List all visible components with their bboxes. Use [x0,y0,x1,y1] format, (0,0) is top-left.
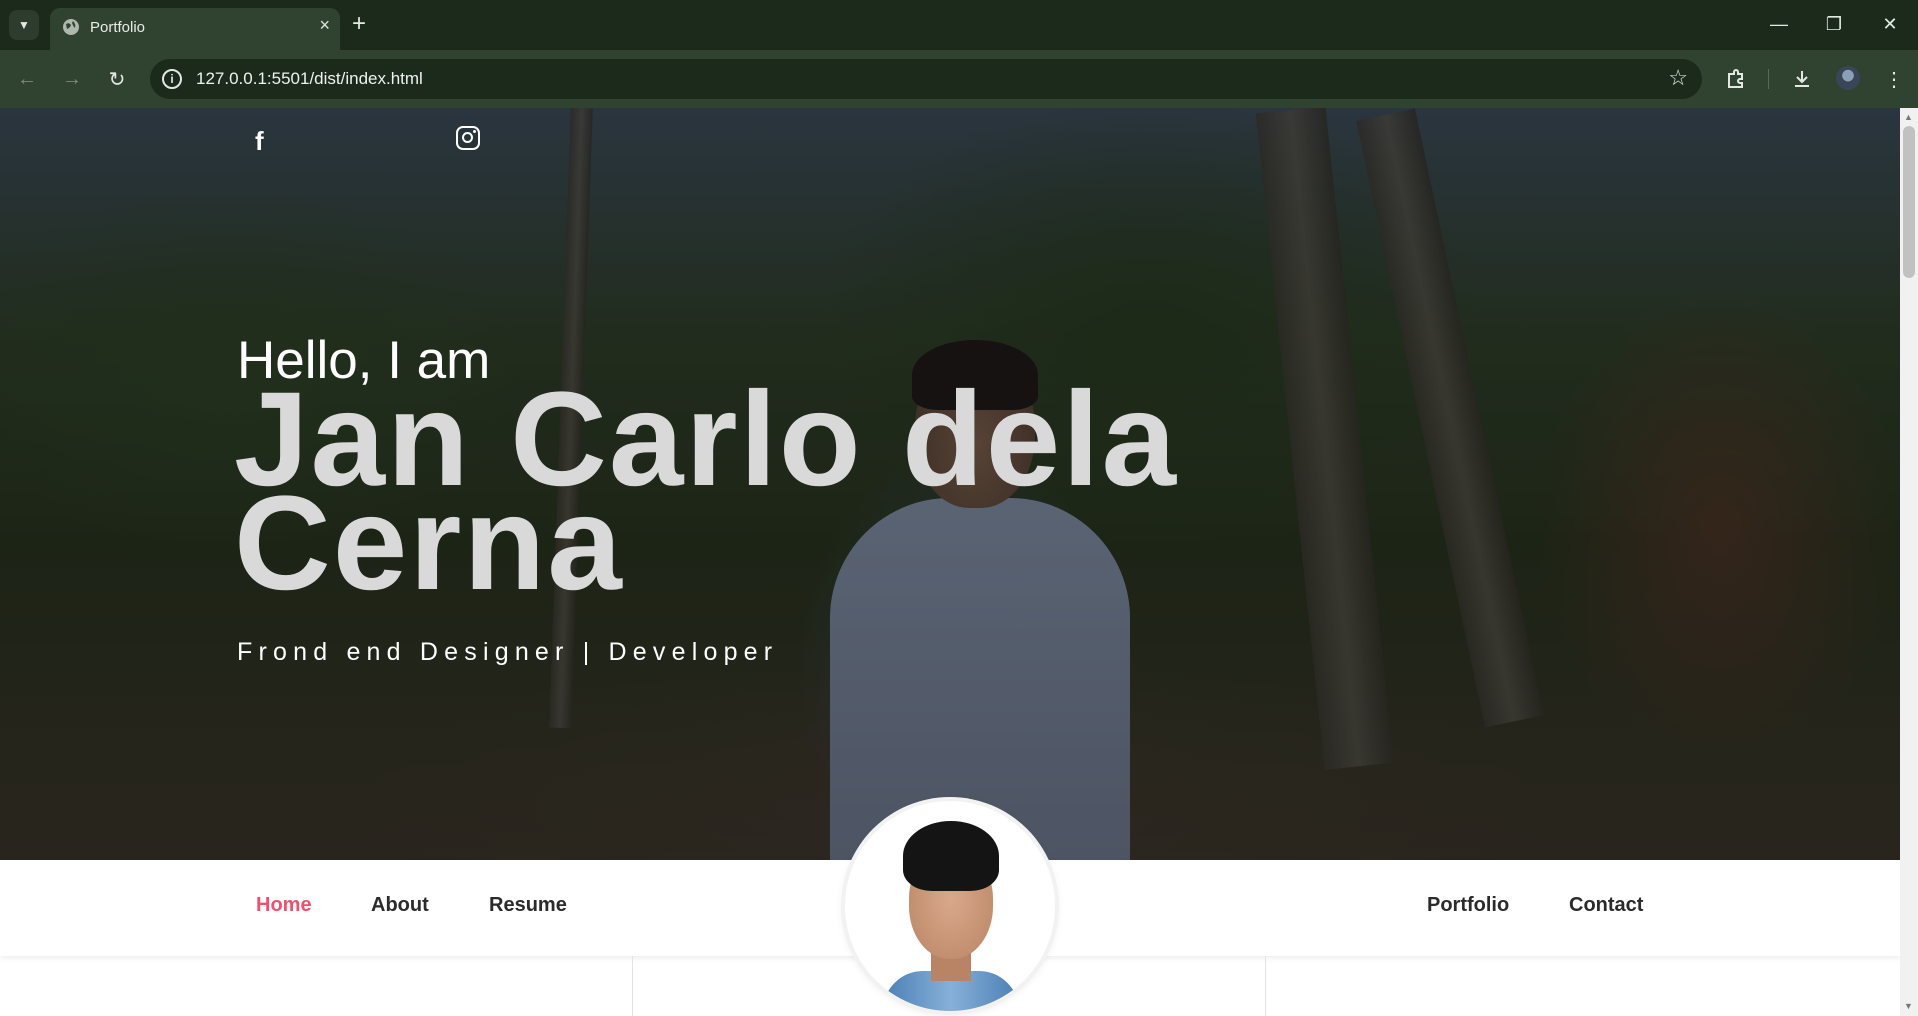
reload-icon: ↻ [108,68,126,91]
new-tab-button[interactable]: + [352,9,366,39]
hero-section: f Hello, I am Jan Carlo dela Cerna Frond… [0,108,1900,860]
minimize-icon: — [1770,13,1788,34]
browser-toolbar: ← → ↻ i 127.0.0.1:5501/dist/index.html ☆… [0,50,1918,108]
minimize-button[interactable]: — [1761,8,1797,40]
hero-name: Jan Carlo dela Cerna [234,365,1179,618]
column-divider [632,956,633,1016]
nav-portfolio-link[interactable]: Portfolio [1427,894,1509,917]
restore-icon: ❐ [1825,13,1843,34]
kebab-menu-icon: ⋮ [1884,68,1904,91]
close-icon[interactable]: × [319,15,330,36]
info-icon[interactable]: i [162,69,182,89]
nav-home-link[interactable]: Home [256,894,312,917]
tab-search-button[interactable]: ▼ [9,10,39,40]
profile-avatar[interactable] [1836,66,1860,90]
profile-hair [903,821,999,891]
url-text[interactable]: 127.0.0.1:5501/dist/index.html [196,69,423,89]
back-button[interactable]: ← [11,63,43,95]
puzzle-icon [1728,69,1743,88]
hero-role: Frond end Designer | Developer [237,638,779,666]
star-icon[interactable]: ☆ [1668,65,1688,91]
nav-contact-link[interactable]: Contact [1569,894,1643,917]
browser-menu-button[interactable]: ⋮ [1878,63,1910,95]
plus-icon: + [352,10,367,37]
page-scrollbar[interactable]: ▲ ▼ [1900,108,1918,1016]
toolbar-separator [1768,69,1769,89]
arrow-left-icon: ← [17,67,37,90]
facebook-icon[interactable]: f [255,126,264,157]
browser-tab-bar: ▼ Portfolio × + — ❐ ✕ [0,0,1918,50]
globe-icon [63,19,79,35]
close-icon: ✕ [1882,13,1898,34]
browser-tab[interactable]: Portfolio × [50,8,340,50]
downloads-button[interactable] [1786,63,1818,95]
nav-about-link[interactable]: About [371,894,429,917]
address-bar[interactable]: i 127.0.0.1:5501/dist/index.html ☆ [150,59,1702,99]
scroll-up-icon[interactable]: ▲ [1904,112,1913,122]
page-viewport: f Hello, I am Jan Carlo dela Cerna Frond… [0,108,1900,1016]
column-divider [1265,956,1266,1016]
nav-resume-link[interactable]: Resume [489,894,567,917]
chevron-down-icon: ▼ [18,18,30,32]
tab-title: Portfolio [90,19,146,36]
instagram-icon[interactable] [456,126,480,150]
window-close-button[interactable]: ✕ [1872,8,1908,40]
download-icon [1795,71,1809,87]
scroll-down-icon[interactable]: ▼ [1904,1001,1913,1011]
profile-photo [845,801,1055,1011]
scrollbar-thumb[interactable] [1903,126,1915,278]
arrow-right-icon: → [62,67,82,90]
reload-button[interactable]: ↻ [101,63,133,95]
extensions-button[interactable] [1720,63,1752,95]
restore-button[interactable]: ❐ [1816,8,1852,40]
forward-button[interactable]: → [56,63,88,95]
